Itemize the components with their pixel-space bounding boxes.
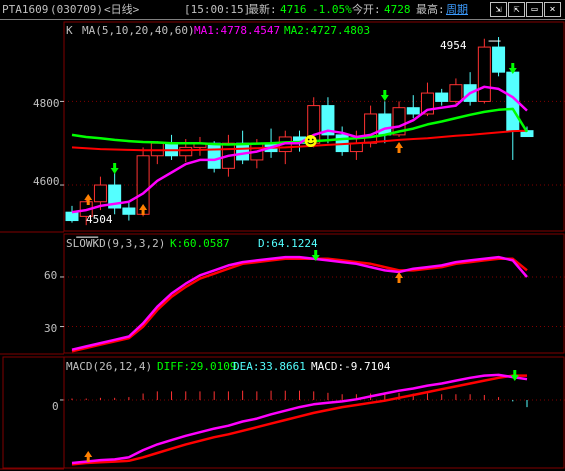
ma-params-label: MA(5,10,20,40,60) bbox=[82, 24, 195, 37]
contract-code: (030709) bbox=[50, 3, 103, 16]
kd-panel-title: SLOWKD(9,3,3,2) bbox=[66, 237, 166, 250]
macd-axis-label: 0 bbox=[52, 400, 59, 413]
candle-body bbox=[406, 107, 420, 115]
max-price-label: 4954 bbox=[440, 39, 467, 52]
d-value-label: D:64.1224 bbox=[258, 237, 318, 250]
k-line bbox=[71, 255, 528, 351]
open-label: 今开: bbox=[352, 3, 381, 16]
change-percent: -1.05% bbox=[312, 3, 352, 16]
macd-sell-arrow bbox=[510, 370, 519, 381]
smiley-eye bbox=[307, 138, 310, 141]
sell-signal-arrow bbox=[380, 90, 389, 101]
ma1-label: MA1:4778.4547 bbox=[194, 24, 281, 37]
candle-body bbox=[492, 46, 506, 73]
candle-body bbox=[122, 207, 136, 215]
candle-body bbox=[65, 211, 79, 222]
ma2-label: MA2:4727.4803 bbox=[284, 24, 371, 37]
kd-axis-label: 60 bbox=[44, 269, 58, 282]
candle-body bbox=[236, 142, 250, 161]
sell-signal-arrow bbox=[110, 163, 119, 174]
diff-line bbox=[71, 373, 528, 465]
macd-value-label: MACD:-9.7104 bbox=[311, 360, 391, 373]
candle-body bbox=[207, 142, 221, 169]
candle-body bbox=[93, 184, 107, 203]
macd-panel-title: MACD(26,12,4) bbox=[66, 360, 153, 373]
period-link[interactable]: 周期 bbox=[446, 3, 468, 16]
close-window-button[interactable]: × bbox=[544, 2, 561, 17]
candle-body bbox=[349, 142, 363, 153]
kd-axis-label: 30 bbox=[44, 322, 58, 335]
dea-value-label: DEA:33.8661 bbox=[233, 360, 306, 373]
kd-buy-arrow bbox=[395, 272, 404, 283]
latest-value: 4716 bbox=[280, 3, 307, 16]
quote-header: PTA1609 (030709) <日线> [15:00:15] 最新: 471… bbox=[0, 0, 565, 20]
k-value-label: K:60.0587 bbox=[170, 237, 230, 250]
candle-body bbox=[449, 84, 463, 102]
candle-body bbox=[179, 146, 193, 157]
price-axis-label: 4600 bbox=[33, 175, 60, 188]
quote-time: [15:00:15] bbox=[184, 3, 251, 16]
candle-body bbox=[364, 113, 378, 144]
latest-label: 最新: bbox=[248, 3, 277, 16]
price-axis-label: 4800 bbox=[33, 97, 60, 110]
candle-body bbox=[477, 46, 491, 102]
period-label: <日线> bbox=[104, 3, 140, 16]
candle-body bbox=[435, 92, 449, 102]
zoom-in-button[interactable]: ⇲ bbox=[490, 2, 507, 17]
min-price-label: 4504 bbox=[86, 213, 113, 226]
smiley-eye bbox=[311, 138, 314, 141]
diff-value-label: DIFF:29.0109 bbox=[157, 360, 237, 373]
restore-window-button[interactable]: ▭ bbox=[526, 2, 543, 17]
panel-frame bbox=[63, 233, 565, 354]
price-panel-title: K bbox=[66, 24, 73, 37]
symbol-label: PTA1609 bbox=[2, 3, 49, 16]
d-line bbox=[71, 257, 528, 353]
smiley-icon bbox=[304, 135, 317, 147]
high-label: 最高: bbox=[416, 3, 445, 16]
open-value: 4728 bbox=[384, 3, 411, 16]
buy-signal-arrow bbox=[395, 142, 404, 153]
zoom-out-button[interactable]: ⇱ bbox=[508, 2, 525, 17]
